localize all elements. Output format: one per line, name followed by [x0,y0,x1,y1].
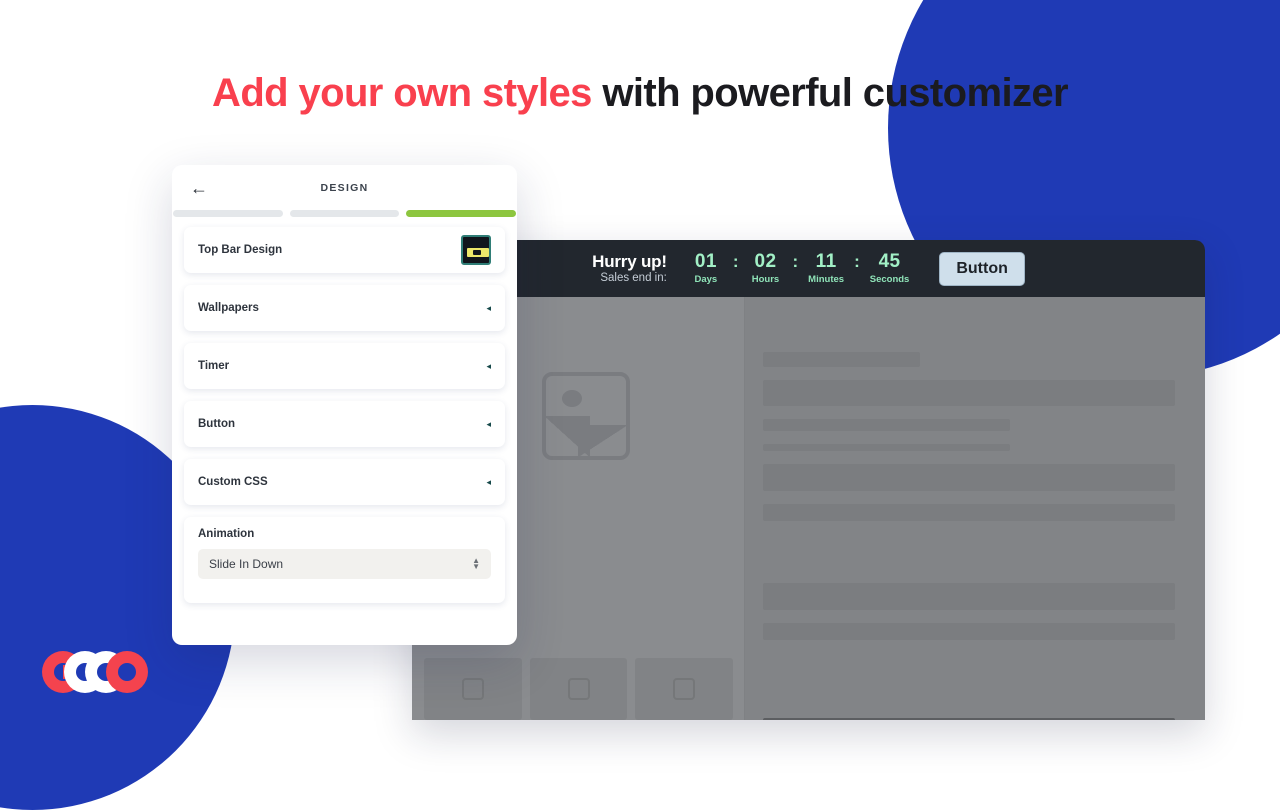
setting-row-wallpapers[interactable]: Wallpapers ◂ [184,285,505,331]
chevron-left-icon: ◂ [486,418,491,429]
headline-accent: Add your own styles [212,71,592,115]
back-arrow-icon[interactable]: ← [190,179,210,197]
panel-title: DESIGN [320,181,369,194]
setting-row-animation: Animation Slide In Down ▲ ▼ [184,517,505,603]
setting-label: Button [198,418,236,430]
headline-rest: with powerful customizer [591,71,1068,115]
site-preview-mockup: Hurry up! Sales end in: 01 Days : 02 Hou… [412,240,1205,720]
thumbnail-bar-shape [467,248,489,257]
countdown-value-hours: 02 [754,250,777,272]
countdown-label-days: Days [694,274,718,286]
image-placeholder-sun [562,390,582,407]
chevron-left-icon: ◂ [486,360,491,371]
preview-thumbnail [424,658,522,720]
topbar-headline: Hurry up! [592,251,667,271]
progress-step-1 [173,210,283,217]
animation-label: Animation [198,528,255,540]
countdown-timer: 01 Days : 02 Hours : 11 Minutes : 45 Sec… [689,250,910,286]
stepper-down-icon: ▼ [472,562,480,571]
countdown-separator: : [792,252,799,272]
countdown-topbar: Hurry up! Sales end in: 01 Days : 02 Hou… [412,240,1205,297]
countdown-unit-seconds: 45 Seconds [869,250,910,286]
topbar-cta-button[interactable]: Button [939,251,1025,286]
countdown-separator: : [854,252,860,272]
good-logo-svg [42,651,148,693]
setting-label: Top Bar Design [198,244,283,256]
skeleton-bar [763,352,920,367]
topbar-message: Hurry up! Sales end in: [592,252,667,286]
skeleton-bar [763,444,1011,451]
setting-row-timer[interactable]: Timer ◂ [184,343,505,389]
skeleton-bar [763,504,1175,521]
setting-row-custom-css[interactable]: Custom CSS ◂ [184,459,505,505]
good-logo [40,649,150,695]
thumbnail-image-icon [673,678,696,700]
thumbnail-image-icon [461,678,484,700]
setting-label: Timer [198,360,230,372]
top-bar-preview-thumbnail-icon[interactable] [461,235,491,265]
countdown-value-minutes: 11 [815,250,837,272]
setting-label: Custom CSS [198,476,268,488]
countdown-unit-days: 01 Days [689,250,723,286]
preview-thumbnail [529,658,628,720]
preview-thumbnail-strip [412,650,745,720]
design-customizer-panel: ← DESIGN Top Bar Design Wallpapers ◂ Tim… [172,165,517,645]
panel-header: ← DESIGN [172,165,517,210]
skeleton-bar [763,583,1175,610]
image-placeholder-mountain [546,416,626,456]
countdown-label-hours: Hours [751,274,780,286]
countdown-separator: : [732,252,739,272]
skeleton-bar [763,419,1011,431]
chevron-left-icon: ◂ [486,302,491,313]
topbar-subline: Sales end in: [600,271,667,284]
setting-label: Wallpapers [198,302,259,314]
countdown-unit-minutes: 11 Minutes [808,250,845,286]
setting-row-button[interactable]: Button ◂ [184,401,505,447]
skeleton-bar [763,623,1175,640]
setting-row-top-bar-design[interactable]: Top Bar Design [184,227,505,273]
preview-page-body [412,297,1205,720]
progress-steps [172,210,517,217]
thumbnail-image-icon [567,678,590,700]
progress-step-3 [406,210,517,217]
countdown-unit-hours: 02 Hours [749,250,783,286]
skeleton-bar [763,380,1175,406]
image-placeholder-icon [542,372,630,460]
countdown-label-minutes: Minutes [808,274,845,286]
preview-right-column [745,297,1205,720]
countdown-label-seconds: Seconds [869,274,910,286]
preview-thumbnail [635,658,734,720]
chevron-left-icon: ◂ [486,476,491,487]
animation-select[interactable]: Slide In Down ▲ ▼ [198,549,491,579]
skeleton-bar [763,464,1175,491]
settings-list: Top Bar Design Wallpapers ◂ Timer ◂ Butt… [172,217,517,645]
progress-step-2 [289,210,400,217]
countdown-value-seconds: 45 [878,250,901,272]
page-headline: Add your own styles with powerful custom… [0,66,1280,121]
animation-selected-value: Slide In Down [209,557,284,571]
stepper-icon[interactable]: ▲ ▼ [472,557,480,571]
countdown-value-days: 01 [694,250,717,272]
